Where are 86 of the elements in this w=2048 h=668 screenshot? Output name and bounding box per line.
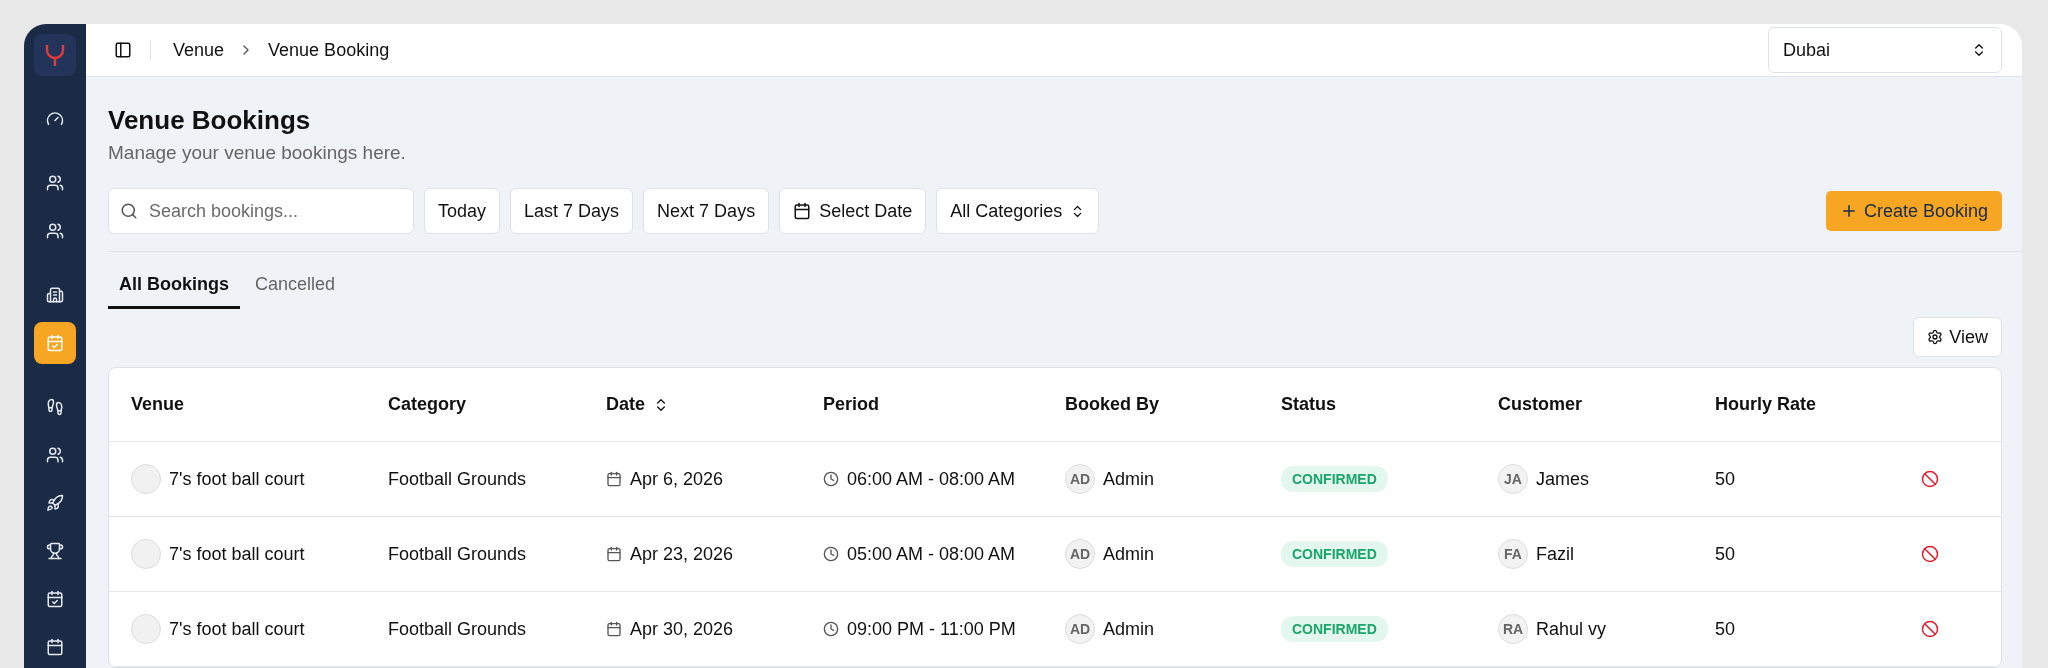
settings-icon bbox=[1927, 329, 1944, 345]
avatar: FA bbox=[1498, 539, 1528, 569]
photo-placeholder bbox=[131, 464, 161, 494]
building-icon bbox=[46, 286, 64, 304]
avatar: JA bbox=[1498, 464, 1528, 494]
column-header: Booked By bbox=[1065, 394, 1161, 415]
status-badge: CONFIRMED bbox=[1281, 616, 1388, 642]
calendar-icon bbox=[46, 638, 64, 656]
panel-icon bbox=[114, 41, 132, 59]
tab[interactable]: All Bookings bbox=[108, 266, 240, 309]
sidebar-toggle-button[interactable] bbox=[114, 41, 132, 59]
ban-icon bbox=[1921, 470, 1939, 488]
column-header: Hourly Rate bbox=[1715, 394, 1818, 415]
calendar-icon bbox=[606, 471, 622, 487]
logo-icon bbox=[34, 34, 76, 76]
venue-name: 7's foot ball court bbox=[169, 543, 305, 565]
status-badge: CONFIRMED bbox=[1281, 466, 1388, 492]
breadcrumb-link[interactable]: Venue bbox=[173, 39, 225, 61]
column-header: Category bbox=[388, 394, 468, 415]
avatar: AD bbox=[1065, 539, 1095, 569]
table-cell: 50 bbox=[1715, 468, 1736, 490]
table-cell: Football Grounds bbox=[388, 618, 527, 640]
clock-icon bbox=[823, 471, 839, 487]
table-cell: Football Grounds bbox=[388, 468, 527, 490]
period-text: 06:00 AM - 08:00 AM bbox=[847, 468, 1016, 490]
status-badge: CONFIRMED bbox=[1281, 541, 1388, 567]
filter-button[interactable]: Today bbox=[424, 188, 501, 234]
location-select[interactable]: Dubai bbox=[1768, 27, 2002, 73]
cancel-button[interactable] bbox=[1921, 620, 1939, 638]
filter-button[interactable]: Next 7 Days bbox=[643, 188, 770, 234]
breadcrumb-current: Venue Booking bbox=[268, 39, 390, 61]
calendar-check-icon bbox=[46, 334, 64, 352]
view-button[interactable]: View bbox=[1913, 317, 2002, 357]
page-subtitle: Manage your venue bookings here. bbox=[108, 142, 407, 164]
date-text: Apr 30, 2026 bbox=[630, 618, 734, 640]
category-select[interactable]: All Categories bbox=[936, 188, 1100, 234]
photo-placeholder bbox=[131, 614, 161, 644]
date-text: Apr 23, 2026 bbox=[630, 543, 734, 565]
ban-icon bbox=[1921, 620, 1939, 638]
table-cell: 50 bbox=[1715, 618, 1736, 640]
column-header: Venue bbox=[131, 394, 186, 415]
venue-name: 7's foot ball court bbox=[169, 618, 305, 640]
avatar: AD bbox=[1065, 614, 1095, 644]
users-icon bbox=[46, 222, 64, 240]
column-header: Period bbox=[823, 394, 880, 415]
create-booking-button[interactable]: Create Booking bbox=[1825, 191, 2002, 231]
filter-button[interactable]: Last 7 Days bbox=[510, 188, 634, 234]
gauge-icon bbox=[46, 110, 64, 128]
period-text: 05:00 AM - 08:00 AM bbox=[847, 543, 1016, 565]
venue-name: 7's foot ball court bbox=[169, 468, 305, 490]
cancel-button[interactable] bbox=[1921, 545, 1939, 563]
column-header[interactable]: Date bbox=[606, 394, 823, 415]
customer-name: Fazil bbox=[1536, 543, 1574, 565]
photo-placeholder bbox=[131, 539, 161, 569]
ban-icon bbox=[1921, 545, 1939, 563]
filter-button[interactable]: Select Date bbox=[779, 188, 927, 234]
users-icon bbox=[46, 174, 64, 192]
booked-by-name: Admin bbox=[1103, 543, 1155, 565]
footprints-icon bbox=[46, 398, 64, 416]
date-text: Apr 6, 2026 bbox=[630, 468, 724, 490]
column-header: Status bbox=[1281, 394, 1337, 415]
calendar-icon bbox=[606, 621, 622, 637]
trophy-icon bbox=[46, 542, 64, 560]
booked-by-name: Admin bbox=[1103, 468, 1155, 490]
tab[interactable]: Cancelled bbox=[244, 266, 347, 309]
table-cell: Football Grounds bbox=[388, 543, 527, 565]
rocket-icon bbox=[46, 494, 64, 512]
table-cell: 50 bbox=[1715, 543, 1736, 565]
booked-by-name: Admin bbox=[1103, 618, 1155, 640]
search-icon bbox=[120, 202, 138, 220]
period-text: 09:00 PM - 11:00 PM bbox=[847, 618, 1016, 640]
search-field[interactable]: Search bookings... bbox=[108, 188, 414, 234]
customer-name: Rahul vy bbox=[1536, 618, 1607, 640]
clock-icon bbox=[823, 621, 839, 637]
avatar: AD bbox=[1065, 464, 1095, 494]
clock-icon bbox=[823, 546, 839, 562]
users-icon bbox=[46, 446, 64, 464]
calendar-check-icon bbox=[46, 590, 64, 608]
avatar: RA bbox=[1498, 614, 1528, 644]
calendar-icon bbox=[793, 202, 812, 220]
sidebar-item[interactable] bbox=[34, 322, 76, 364]
page-title: Venue Bookings bbox=[108, 105, 312, 136]
calendar-icon bbox=[606, 546, 622, 562]
cancel-button[interactable] bbox=[1921, 470, 1939, 488]
customer-name: James bbox=[1536, 468, 1589, 490]
column-header: Customer bbox=[1498, 394, 1583, 415]
